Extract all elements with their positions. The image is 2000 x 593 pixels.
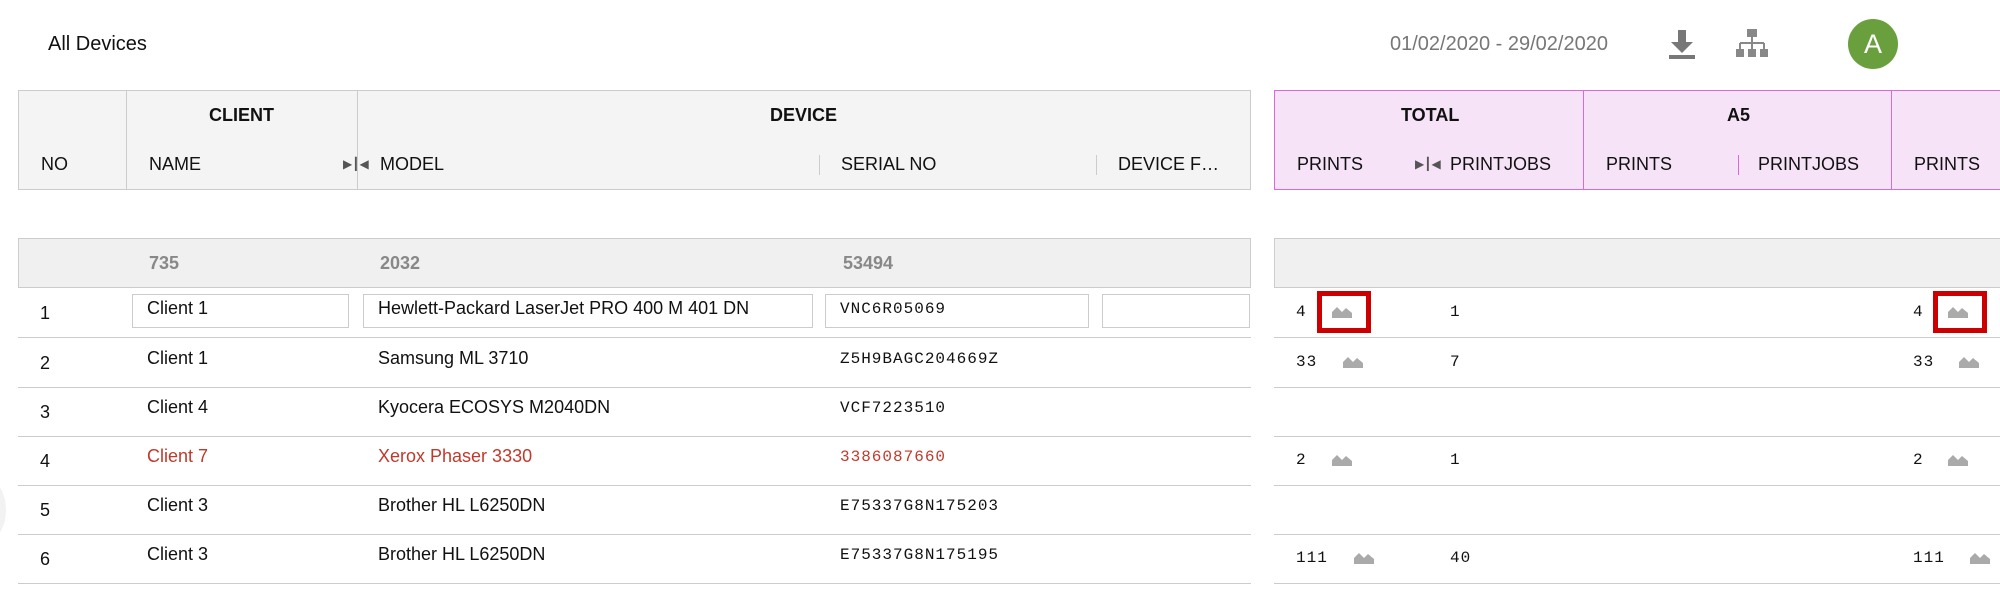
area-chart-icon[interactable] bbox=[1958, 353, 1980, 369]
table-row[interactable]: 3 Client 4 Kyocera ECOSYS M2040DN VCF722… bbox=[18, 387, 1251, 437]
page-title: All Devices bbox=[48, 33, 147, 55]
next-prints: 4 bbox=[1913, 303, 1924, 321]
user-avatar[interactable]: A bbox=[1848, 19, 1898, 69]
metrics-header: TOTAL A5 PRINTS ▶┃◀ PRINTJOBS PRINTS PRI… bbox=[1274, 90, 2000, 190]
serial-number: E75337G8N175203 bbox=[840, 497, 1000, 515]
client-name: Client 1 bbox=[147, 298, 209, 318]
device-model: Brother HL L6250DN bbox=[378, 544, 546, 564]
device-model: Brother HL L6250DN bbox=[378, 495, 546, 515]
area-chart-icon[interactable] bbox=[1331, 451, 1353, 467]
device-model: Samsung ML 3710 bbox=[378, 348, 529, 368]
client-name: Client 3 bbox=[147, 544, 209, 564]
column-divider bbox=[126, 91, 127, 189]
table-row[interactable]: 5 Client 3 Brother HL L6250DN E75337G8N1… bbox=[18, 485, 1251, 535]
client-name: Client 1 bbox=[147, 348, 209, 368]
serial-number: E75337G8N175195 bbox=[840, 546, 1000, 564]
area-chart-icon[interactable] bbox=[1947, 451, 1969, 467]
total-prints: 4 bbox=[1296, 303, 1307, 321]
metrics-row[interactable]: 33 7 33 bbox=[1274, 338, 2000, 388]
serial-number: VCF7223510 bbox=[840, 399, 947, 417]
column-header-a5-prints[interactable]: PRINTS bbox=[1606, 154, 1672, 175]
side-panel-handle[interactable] bbox=[0, 480, 6, 540]
filter-row bbox=[18, 190, 1251, 328]
table-header: CLIENT DEVICE NO NAME ▶┃◀ MODEL SERIAL N… bbox=[18, 90, 1251, 190]
serial-number: Z5H9BAGC204669Z bbox=[840, 350, 1000, 368]
column-header-model[interactable]: MODEL bbox=[380, 154, 444, 175]
column-header-total-printjobs[interactable]: PRINTJOBS bbox=[1450, 154, 1551, 175]
column-divider bbox=[1891, 91, 1892, 189]
hierarchy-icon[interactable] bbox=[1732, 24, 1772, 64]
next-prints: 33 bbox=[1913, 353, 1935, 371]
device-model: Hewlett-Packard LaserJet PRO 400 M 401 D… bbox=[378, 298, 750, 318]
table-row[interactable]: 2 Client 1 Samsung ML 3710 Z5H9BAGC20466… bbox=[18, 338, 1251, 388]
table-row[interactable]: 1 Client 1 Hewlett-Packard LaserJet PRO … bbox=[18, 288, 1251, 338]
row-number: 6 bbox=[40, 549, 51, 569]
serial-number: VNC6R05069 bbox=[840, 300, 947, 318]
metrics-row[interactable] bbox=[1274, 387, 2000, 437]
area-chart-icon[interactable] bbox=[1353, 549, 1375, 565]
total-printjobs: 1 bbox=[1450, 303, 1461, 321]
column-header-total-prints[interactable]: PRINTS bbox=[1297, 154, 1363, 175]
total-prints: 2 bbox=[1296, 451, 1307, 469]
metrics-summary-row bbox=[1274, 238, 2000, 288]
area-chart-icon[interactable] bbox=[1342, 353, 1364, 369]
row-number: 5 bbox=[40, 500, 51, 520]
total-prints: 33 bbox=[1296, 353, 1318, 371]
next-prints: 2 bbox=[1913, 451, 1924, 469]
table-row[interactable]: 6 Client 3 Brother HL L6250DN E75337G8N1… bbox=[18, 534, 1251, 584]
metrics-row[interactable] bbox=[1274, 485, 2000, 535]
total-printjobs: 1 bbox=[1450, 451, 1461, 469]
metrics-row[interactable]: 4 1 4 bbox=[1274, 288, 2000, 338]
row-number: 2 bbox=[40, 353, 51, 373]
column-header-device-f[interactable]: DEVICE F… bbox=[1118, 154, 1219, 175]
group-header-total: TOTAL bbox=[1401, 105, 1460, 125]
annotation-highlight-box bbox=[1933, 291, 1987, 333]
device-model: Xerox Phaser 3330 bbox=[378, 446, 533, 466]
client-name: Client 7 bbox=[147, 446, 209, 466]
metrics-row[interactable]: 111 40 111 bbox=[1274, 534, 2000, 584]
column-resize-handle[interactable]: ▶┃◀ bbox=[1415, 157, 1441, 171]
client-name: Client 4 bbox=[147, 397, 209, 417]
row-number: 3 bbox=[40, 402, 51, 422]
date-range-picker[interactable]: 01/02/2020 - 29/02/2020 bbox=[1390, 33, 1608, 56]
serial-number: 3386087660 bbox=[840, 448, 947, 466]
area-chart-icon[interactable] bbox=[1969, 549, 1991, 565]
group-header-device: DEVICE bbox=[770, 105, 838, 125]
total-printjobs: 40 bbox=[1450, 549, 1472, 567]
group-header-a5: A5 bbox=[1727, 105, 1751, 125]
metrics-row[interactable]: 2 1 2 bbox=[1274, 436, 2000, 486]
device-model: Kyocera ECOSYS M2040DN bbox=[378, 397, 611, 417]
download-icon[interactable] bbox=[1662, 24, 1702, 64]
row-number: 1 bbox=[40, 303, 51, 323]
table-row[interactable]: 4 Client 7 Xerox Phaser 3330 3386087660 bbox=[18, 436, 1251, 486]
top-bar: All Devices 01/02/2020 - 29/02/2020 A bbox=[0, 0, 2000, 88]
column-resize-handle[interactable] bbox=[819, 155, 820, 175]
row-number: 4 bbox=[40, 451, 51, 471]
column-header-name[interactable]: NAME bbox=[149, 154, 201, 175]
annotation-highlight-box bbox=[1317, 291, 1371, 333]
column-resize-handle[interactable]: ▶┃◀ bbox=[343, 157, 369, 171]
client-name: Client 3 bbox=[147, 495, 209, 515]
next-prints: 111 bbox=[1913, 549, 1945, 567]
column-resize-handle[interactable] bbox=[1738, 155, 1739, 175]
column-header-next-prints[interactable]: PRINTS bbox=[1914, 154, 1980, 175]
summary-name-count: 735 bbox=[149, 253, 180, 273]
group-header-client: CLIENT bbox=[209, 105, 274, 125]
column-resize-handle[interactable] bbox=[1096, 155, 1097, 175]
column-divider bbox=[357, 91, 358, 189]
total-printjobs: 7 bbox=[1450, 353, 1461, 371]
total-prints: 111 bbox=[1296, 549, 1328, 567]
summary-model-count: 2032 bbox=[380, 253, 421, 273]
column-header-no[interactable]: NO bbox=[41, 154, 68, 175]
column-divider bbox=[1583, 91, 1584, 189]
summary-row: 735 2032 53494 bbox=[18, 238, 1251, 288]
column-header-serial[interactable]: SERIAL NO bbox=[841, 154, 936, 175]
column-header-a5-printjobs[interactable]: PRINTJOBS bbox=[1758, 154, 1859, 175]
summary-serial-count: 53494 bbox=[843, 253, 894, 273]
